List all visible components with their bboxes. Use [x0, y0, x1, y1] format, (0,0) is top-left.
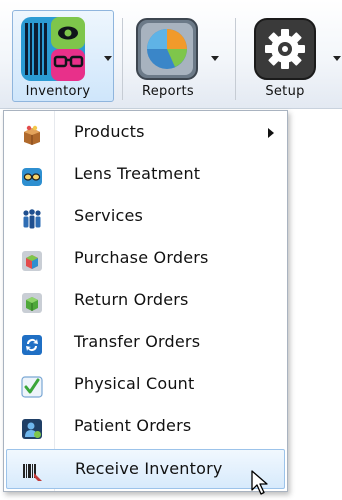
menu-item-transfer-orders[interactable]: Transfer Orders	[6, 323, 285, 363]
menu-item-receive-inventory[interactable]: Receive Inventory	[6, 449, 285, 489]
menu-item-label: Lens Treatment	[74, 164, 201, 183]
pie-chart-icon	[135, 17, 199, 81]
menu-item-label: Patient Orders	[74, 416, 192, 435]
services-people-icon	[21, 208, 43, 230]
ribbon-toolbar: Inventory Reports Setup	[0, 0, 342, 109]
transfer-orders-icon	[21, 334, 43, 356]
setup-button[interactable]: Setup	[244, 10, 342, 102]
menu-item-patient-orders[interactable]: Patient Orders	[6, 407, 285, 447]
menu-item-return-orders[interactable]: Return Orders	[6, 281, 285, 321]
menu-item-label: Services	[74, 206, 144, 225]
receive-inventory-barcode-icon	[22, 461, 44, 483]
physical-count-check-icon	[21, 376, 43, 398]
menu-item-label: Products	[74, 122, 145, 141]
patient-orders-icon	[21, 418, 43, 440]
inventory-barcode-glasses-icon	[21, 17, 85, 81]
menu-item-label: Receive Inventory	[75, 459, 223, 478]
gear-icon	[253, 17, 317, 81]
reports-button[interactable]: Reports	[130, 10, 226, 102]
menu-item-label: Physical Count	[74, 374, 195, 393]
menu-item-purchase-orders[interactable]: Purchase Orders	[6, 239, 285, 279]
chevron-down-icon[interactable]	[104, 56, 112, 61]
chevron-down-icon[interactable]	[333, 56, 341, 61]
products-box-icon	[21, 124, 43, 146]
menu-item-label: Transfer Orders	[74, 332, 201, 351]
menu-item-label: Purchase Orders	[74, 248, 209, 267]
menu-item-services[interactable]: Services	[6, 197, 285, 237]
lens-treatment-icon	[21, 166, 43, 188]
reports-label: Reports	[142, 84, 194, 99]
menu-item-products[interactable]: Products	[6, 113, 285, 153]
menu-item-label: Return Orders	[74, 290, 189, 309]
inventory-label: Inventory	[25, 84, 91, 99]
setup-label: Setup	[265, 84, 305, 99]
toolbar-separator	[235, 18, 236, 100]
menu-item-lens-treatment[interactable]: Lens Treatment	[6, 155, 285, 195]
return-orders-icon	[21, 292, 43, 314]
purchase-orders-icon	[21, 250, 43, 272]
inventory-button[interactable]: Inventory	[12, 10, 114, 102]
toolbar-separator	[122, 18, 123, 100]
menu-item-physical-count[interactable]: Physical Count	[6, 365, 285, 405]
submenu-arrow-icon	[268, 128, 274, 138]
mouse-pointer-icon	[251, 470, 273, 500]
chevron-down-icon[interactable]	[211, 56, 219, 61]
inventory-dropdown-menu: Products Lens Treatment Services Purchas…	[3, 110, 288, 492]
